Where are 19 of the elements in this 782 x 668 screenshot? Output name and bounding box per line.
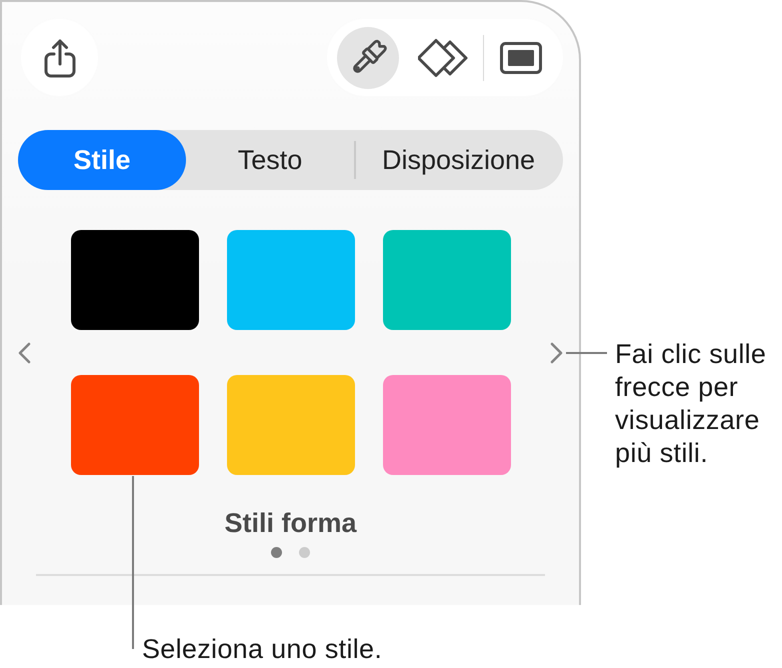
share-icon <box>44 38 76 78</box>
style-swatch[interactable] <box>226 375 354 475</box>
chevron-left-icon[interactable] <box>18 342 31 364</box>
style-swatch[interactable] <box>382 230 510 330</box>
chevron-right-icon[interactable] <box>550 342 563 364</box>
tab[interactable]: Stile <box>18 130 186 190</box>
callout-text: Seleziona uno stile. <box>142 633 384 666</box>
tab[interactable]: Disposizione <box>354 130 563 190</box>
screen-icon <box>500 42 542 74</box>
paintbrush-button[interactable] <box>336 26 398 88</box>
style-swatch[interactable] <box>70 230 198 330</box>
callout-text: Fai clic sulle frecce per visualizzare più stili. <box>615 338 768 470</box>
section-title: Stili forma <box>223 507 358 540</box>
leader-line <box>566 352 607 354</box>
style-swatch[interactable] <box>70 375 198 475</box>
style-swatch[interactable] <box>226 230 354 330</box>
style-swatch[interactable] <box>382 375 510 475</box>
tab[interactable]: Testo <box>186 130 354 190</box>
diamonds-icon <box>418 38 470 78</box>
